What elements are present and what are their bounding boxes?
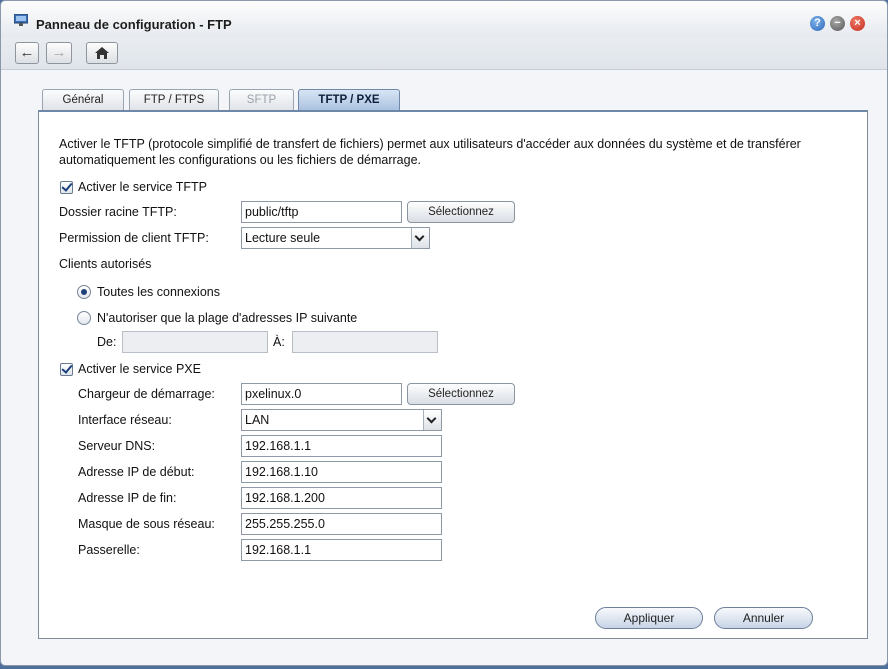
- help-button[interactable]: ?: [810, 16, 825, 31]
- interface-select[interactable]: LAN: [241, 409, 442, 431]
- interface-value: LAN: [245, 413, 270, 427]
- close-button[interactable]: ×: [850, 16, 865, 31]
- all-connections-radio[interactable]: [77, 285, 91, 299]
- enable-pxe-checkbox[interactable]: [60, 363, 73, 376]
- title-bar[interactable]: Panneau de configuration - FTP ? − ×: [1, 1, 887, 37]
- minimize-button[interactable]: −: [830, 16, 845, 31]
- ip-range-radio[interactable]: [77, 311, 91, 325]
- boot-loader-label: Chargeur de démarrage:: [78, 387, 215, 401]
- subnet-label: Masque de sous réseau:: [78, 517, 215, 531]
- tftp-permission-select[interactable]: Lecture seule: [241, 227, 430, 249]
- enable-tftp-label: Activer le service TFTP: [78, 180, 207, 194]
- start-ip-label: Adresse IP de début:: [78, 465, 195, 479]
- tab-sftp[interactable]: SFTP: [229, 89, 294, 111]
- ip-to-label: À:: [273, 335, 285, 349]
- tftp-select-button[interactable]: Sélectionnez: [407, 201, 515, 223]
- dns-label: Serveur DNS:: [78, 439, 156, 453]
- gateway-input[interactable]: 192.168.1.1: [241, 539, 442, 561]
- chevron-down-icon[interactable]: [411, 228, 429, 248]
- boot-loader-select-button[interactable]: Sélectionnez: [407, 383, 515, 405]
- tftp-root-label: Dossier racine TFTP:: [59, 205, 177, 219]
- end-ip-input[interactable]: 192.168.1.200: [241, 487, 442, 509]
- tftp-permission-label: Permission de client TFTP:: [59, 231, 209, 245]
- boot-loader-input[interactable]: pxelinux.0: [241, 383, 402, 405]
- enable-tftp-checkbox[interactable]: [60, 181, 73, 194]
- ip-from-input[interactable]: [122, 331, 268, 353]
- control-panel-icon: [14, 14, 28, 26]
- home-icon: [95, 47, 109, 59]
- window-title: Panneau de configuration - FTP: [36, 17, 232, 32]
- tab-ftp-ftps[interactable]: FTP / FTPS: [129, 89, 219, 111]
- tab-tftp-pxe[interactable]: TFTP / PXE: [298, 89, 400, 111]
- chevron-down-icon[interactable]: [423, 410, 441, 430]
- navigation-bar: ← →: [1, 37, 887, 70]
- cancel-button[interactable]: Annuler: [714, 607, 813, 629]
- all-connections-label: Toutes les connexions: [97, 285, 220, 299]
- ip-from-label: De:: [97, 335, 117, 349]
- dns-input[interactable]: 192.168.1.1: [241, 435, 442, 457]
- tftp-permission-value: Lecture seule: [245, 231, 321, 245]
- start-ip-input[interactable]: 192.168.1.10: [241, 461, 442, 483]
- end-ip-label: Adresse IP de fin:: [78, 491, 177, 505]
- apply-button[interactable]: Appliquer: [595, 607, 703, 629]
- ip-range-label: N'autoriser que la plage d'adresses IP s…: [97, 311, 358, 325]
- allowed-clients-label: Clients autorisés: [59, 257, 152, 271]
- forward-button[interactable]: →: [46, 42, 72, 64]
- tab-general[interactable]: Général: [42, 89, 124, 111]
- back-button[interactable]: ←: [15, 42, 39, 64]
- subnet-input[interactable]: 255.255.255.0: [241, 513, 442, 535]
- ip-to-input[interactable]: [292, 331, 438, 353]
- gateway-label: Passerelle:: [78, 543, 140, 557]
- tftp-description: Activer le TFTP (protocole simplifié de …: [59, 137, 801, 167]
- home-button[interactable]: [86, 42, 118, 64]
- tftp-root-input[interactable]: public/tftp: [241, 201, 402, 223]
- enable-pxe-label: Activer le service PXE: [78, 362, 201, 376]
- interface-label: Interface réseau:: [78, 413, 172, 427]
